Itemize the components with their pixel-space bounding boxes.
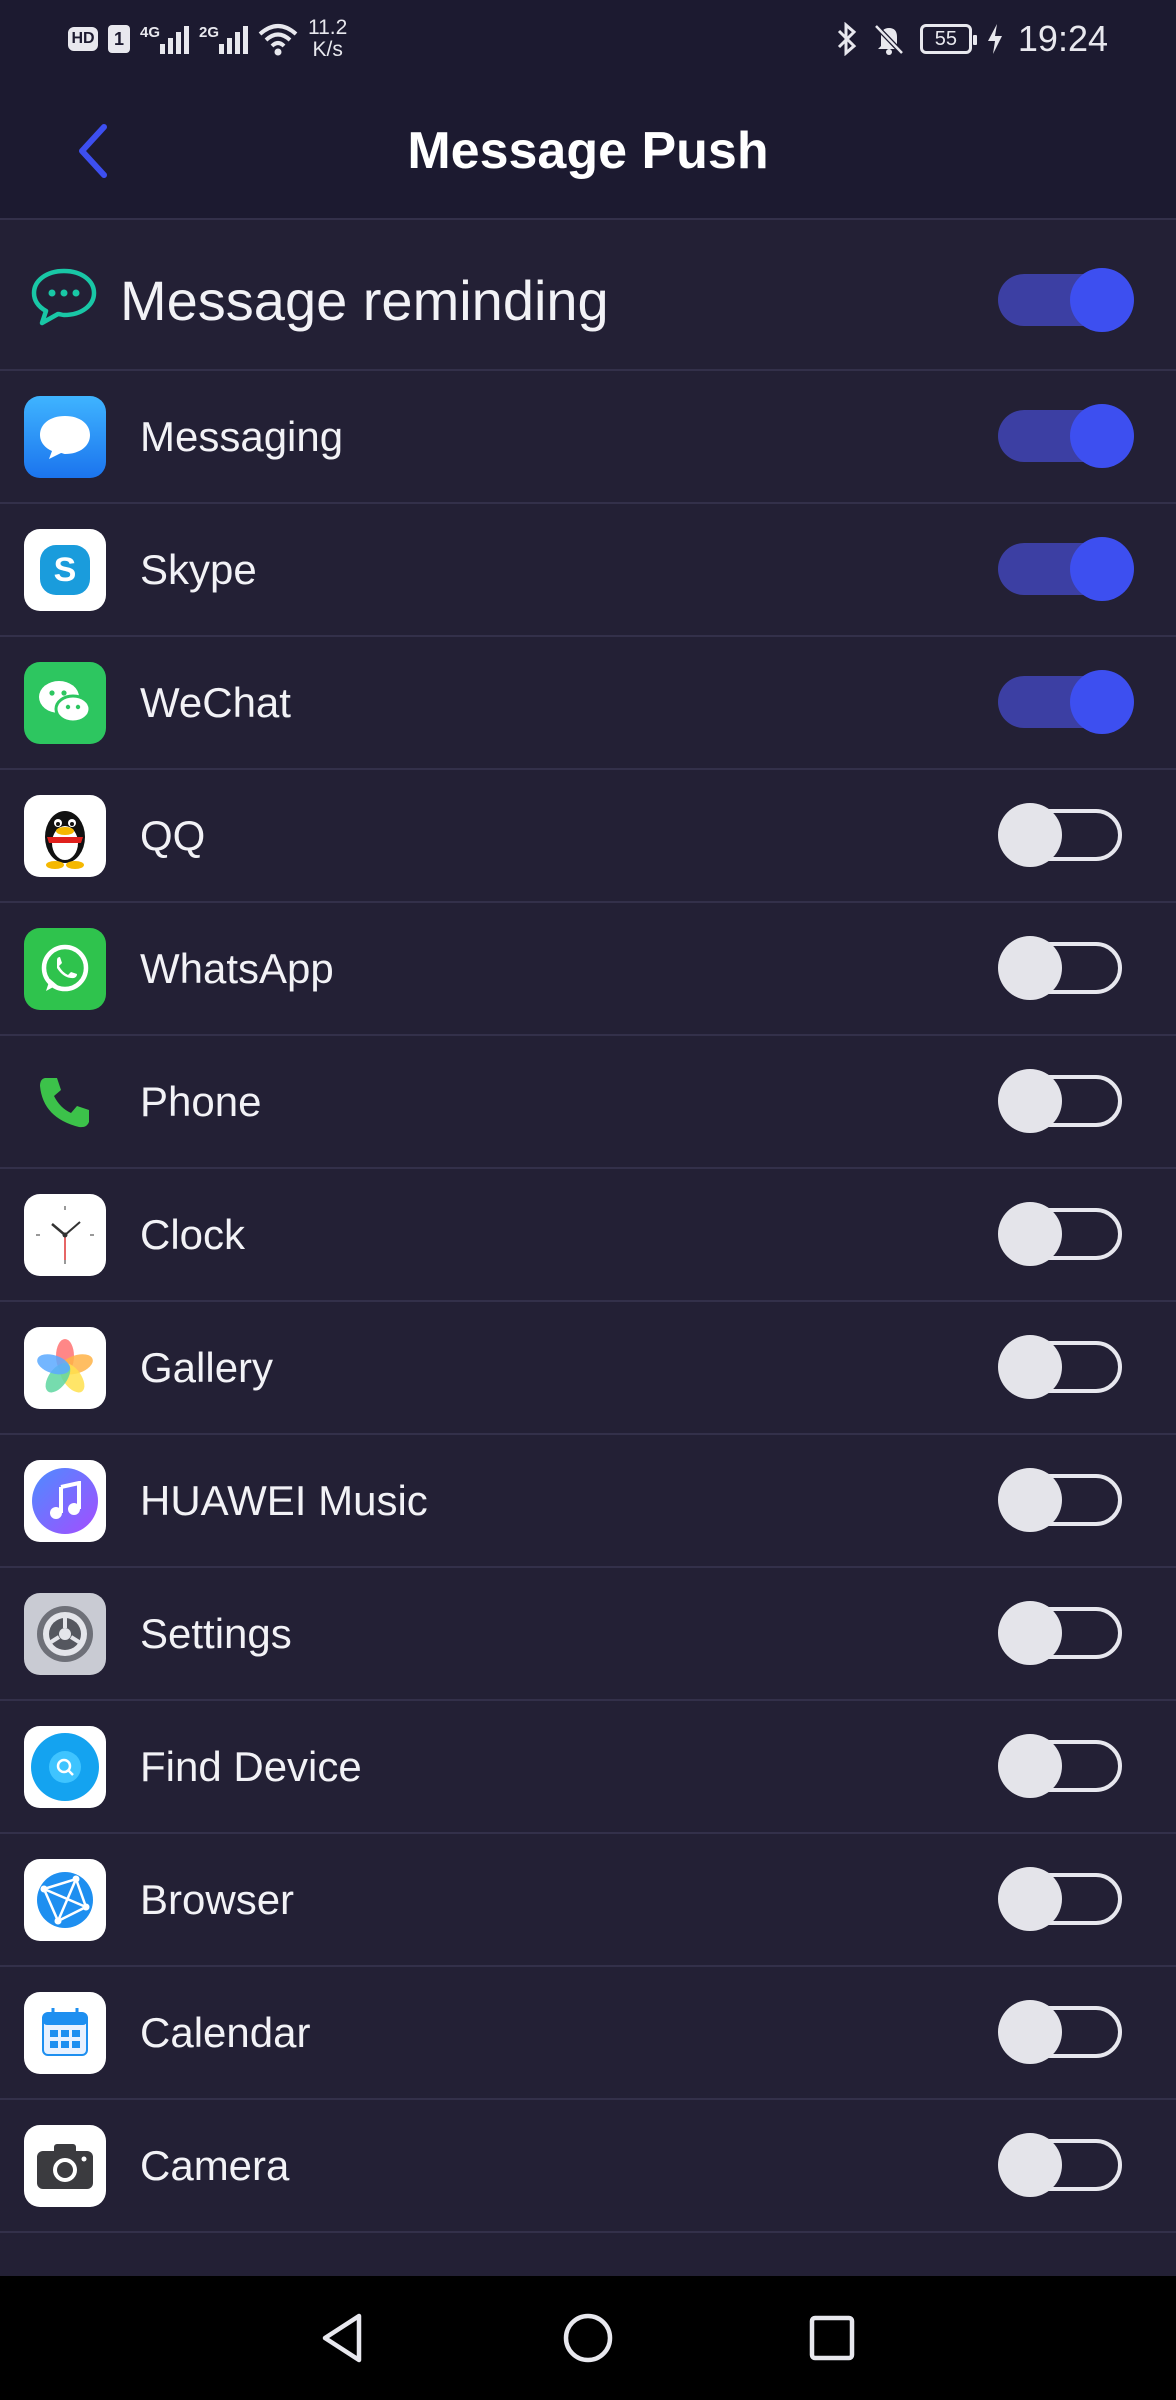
app-label: Settings (140, 1610, 292, 1657)
clock-time: 19:24 (1017, 18, 1108, 59)
triangle-back-icon (322, 2313, 362, 2363)
app-row: Browser (0, 1834, 1176, 1967)
music-icon (24, 1460, 106, 1542)
whatsapp-icon (24, 928, 106, 1010)
calendar-icon (24, 1992, 106, 2074)
sim-badge: 1 (108, 25, 130, 53)
app-label: WhatsApp (140, 945, 334, 992)
chat-bubble-icon (31, 268, 97, 326)
app-toggle[interactable] (998, 2000, 1130, 2066)
charging-icon (987, 24, 1002, 54)
app-toggle[interactable] (998, 936, 1130, 1002)
app-row: Settings (0, 1568, 1176, 1701)
app-row: Gallery (0, 1302, 1176, 1435)
status-left: HD 1 4G 2G 11.2 K/s (68, 14, 347, 64)
nav-home-button[interactable] (556, 2306, 620, 2370)
app-toggle[interactable] (998, 537, 1134, 603)
header: Message Push (0, 78, 1176, 220)
hd-badge: HD (68, 27, 98, 51)
app-toggle[interactable] (998, 1468, 1130, 1534)
phone-icon (24, 1061, 106, 1143)
page-title: Message Push (407, 122, 769, 180)
bluetooth-icon (837, 22, 857, 56)
nav-recents-button[interactable] (800, 2306, 864, 2370)
message-reminding-toggle[interactable] (998, 268, 1134, 334)
qq-icon (24, 795, 106, 877)
settings-icon (24, 1593, 106, 1675)
app-toggle[interactable] (998, 2133, 1130, 2199)
app-row: HUAWEI Music (0, 1435, 1176, 1568)
wechat-icon (24, 662, 106, 744)
app-label: QQ (140, 812, 206, 859)
app-label: Skype (140, 546, 257, 593)
app-label: Gallery (140, 1344, 274, 1391)
message-reminding-row: Message reminding (0, 233, 1176, 371)
browser-icon (24, 1859, 106, 1941)
app-list: Message reminding Messaging S Skype WeChat Q… (0, 233, 1176, 2233)
app-toggle[interactable] (998, 1069, 1130, 1135)
messaging-icon (24, 396, 106, 478)
mute-bell-icon (874, 24, 904, 55)
circle-home-icon (563, 2313, 613, 2363)
nav-back-button[interactable] (310, 2306, 374, 2370)
wifi-icon (258, 24, 298, 56)
app-label: Phone (140, 1078, 262, 1125)
status-bar: HD 1 4G 2G 11.2 K/s 55 19:24 (0, 0, 1176, 78)
app-toggle[interactable] (998, 670, 1134, 736)
skype-icon: S (24, 529, 106, 611)
square-recents-icon (809, 2315, 855, 2361)
status-right: 55 19:24 (836, 14, 1108, 64)
app-label: Calendar (140, 2009, 311, 2056)
app-row: QQ (0, 770, 1176, 903)
clock-icon (24, 1194, 106, 1276)
app-toggle[interactable] (998, 1202, 1130, 1268)
app-toggle[interactable] (998, 1601, 1130, 1667)
app-toggle[interactable] (998, 1734, 1130, 1800)
camera-icon (24, 2125, 106, 2207)
signal-icon-1: 4G (140, 24, 189, 54)
battery-icon: 55 (919, 24, 977, 54)
app-toggle[interactable] (998, 803, 1130, 869)
app-row: Messaging (0, 371, 1176, 504)
app-row: WhatsApp (0, 903, 1176, 1036)
app-label: Clock (140, 1211, 246, 1258)
network-speed: 11.2 K/s (308, 16, 348, 61)
app-label: HUAWEI Music (140, 1477, 428, 1524)
app-row: Clock (0, 1169, 1176, 1302)
navigation-bar (0, 2276, 1176, 2400)
message-reminding-label: Message reminding (120, 269, 609, 332)
app-label: Messaging (140, 413, 344, 460)
app-label: Browser (140, 1876, 295, 1923)
app-toggle[interactable] (998, 1335, 1130, 1401)
app-label: Camera (140, 2142, 290, 2189)
app-label: WeChat (140, 679, 291, 726)
app-label: Find Device (140, 1743, 362, 1790)
app-toggle[interactable] (998, 404, 1134, 470)
app-row: Camera (0, 2100, 1176, 2233)
app-row: Phone (0, 1036, 1176, 1169)
app-row: WeChat (0, 637, 1176, 770)
app-row: Find Device (0, 1701, 1176, 1834)
signal-icon-2: 2G (199, 24, 248, 54)
app-row: Calendar (0, 1967, 1176, 2100)
app-row: S Skype (0, 504, 1176, 637)
gallery-icon (24, 1327, 106, 1409)
app-toggle[interactable] (998, 1867, 1130, 1933)
find-device-icon (24, 1726, 106, 1808)
